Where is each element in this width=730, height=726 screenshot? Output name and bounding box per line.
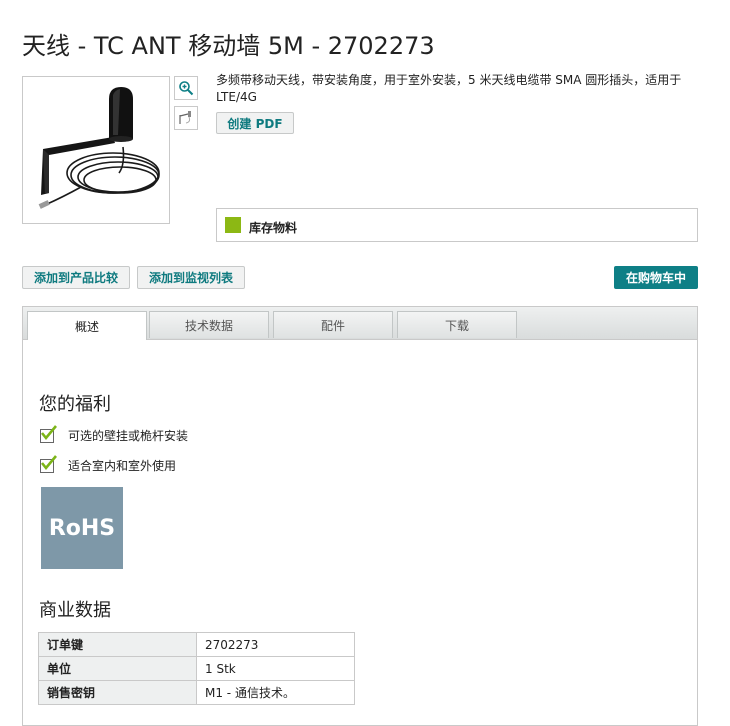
tab-accessories[interactable]: 配件: [273, 311, 393, 338]
zoom-in-icon: [179, 81, 194, 96]
tab-overview[interactable]: 概述: [27, 311, 147, 340]
checkmark-icon: [40, 454, 57, 473]
benefit-item: 可选的壁挂或桅杆安装: [40, 424, 189, 444]
stock-status-box: 库存物料: [216, 208, 698, 242]
product-thumbnail-icon: [179, 111, 191, 124]
add-to-compare-button[interactable]: 添加到产品比较: [22, 266, 130, 289]
table-value: M1 - 通信技术。: [196, 680, 355, 705]
benefit-text: 适合室内和室外使用: [68, 459, 177, 473]
product-description: 多频带移动天线，带安装角度，用于室外安装，5 米天线电缆带 SMA 圆形插头，适…: [216, 73, 682, 104]
benefit-item: 适合室内和室外使用: [40, 454, 177, 474]
page-title: 天线 - TC ANT 移动墙 5M - 2702273: [22, 32, 435, 60]
table-value: 1 Stk: [196, 656, 355, 681]
table-key: 销售密钥: [38, 680, 197, 705]
add-to-watchlist-button[interactable]: 添加到监视列表: [137, 266, 245, 289]
table-key: 订单键: [38, 632, 197, 657]
zoom-in-button[interactable]: [174, 76, 198, 100]
tab-downloads[interactable]: 下载: [397, 311, 517, 338]
table-row: 订单键 2702273: [38, 632, 355, 657]
rohs-badge: RoHS: [41, 487, 123, 569]
table-key: 单位: [38, 656, 197, 681]
create-pdf-button[interactable]: 创建 PDF: [216, 112, 294, 134]
product-image[interactable]: [22, 76, 170, 224]
commercial-data-heading: 商业数据: [39, 600, 111, 621]
stock-indicator: [225, 217, 241, 233]
stock-label: 库存物料: [249, 221, 298, 235]
checkmark-icon: [40, 424, 57, 443]
benefits-heading: 您的福利: [39, 394, 111, 415]
table-row: 销售密钥 M1 - 通信技术。: [38, 680, 355, 705]
antenna-image: [38, 87, 160, 209]
tab-technical-data[interactable]: 技术数据: [149, 311, 269, 338]
product-tab-panel: 概述 技术数据 配件 下载 您的福利 可选的壁挂或桅杆安装 适合室内和室外使用 …: [22, 306, 698, 726]
table-value: 2702273: [196, 632, 355, 657]
benefit-text: 可选的壁挂或桅杆安装: [68, 429, 189, 443]
tab-bar: 概述 技术数据 配件 下载: [23, 307, 697, 340]
commercial-data-table: 订单键 2702273 单位 1 Stk 销售密钥 M1 - 通信技术。: [38, 632, 355, 705]
table-row: 单位 1 Stk: [38, 656, 355, 681]
in-cart-button[interactable]: 在购物车中: [614, 266, 698, 289]
product-thumbnail[interactable]: [174, 106, 198, 130]
